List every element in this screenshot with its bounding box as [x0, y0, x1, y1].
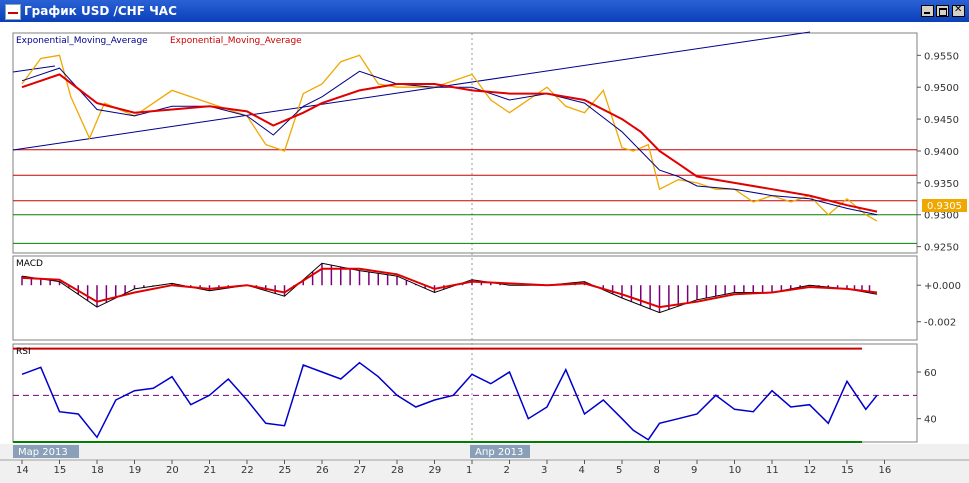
price-panel[interactable]	[12, 32, 918, 254]
x-tick-label: 14	[16, 465, 29, 476]
x-tick-label: 8	[654, 465, 660, 476]
x-tick-label: 20	[166, 465, 179, 476]
x-tick-label: 19	[129, 465, 142, 476]
minimize-button[interactable]	[921, 5, 934, 17]
x-tick-label: 9	[691, 465, 697, 476]
x-tick-label: 2	[504, 465, 510, 476]
x-tick-label: 10	[729, 465, 742, 476]
x-tick-label: 4	[579, 465, 585, 476]
y-tick-label: -0.002	[924, 318, 956, 329]
y-tick-label: 0.9550	[924, 51, 959, 62]
y-tick-label: 0.9300	[924, 211, 959, 222]
y-tick-label: 0.9350	[924, 179, 959, 190]
legend-ema-1: Exponential_Moving_Average	[16, 36, 148, 46]
chart-area[interactable]: 0.9550 0.9500 0.9450 0.9400 0.9350 0.9300 0.92…	[0, 22, 969, 483]
x-tick-label: 27	[354, 465, 367, 476]
y-axis-ticks: 0.9550 0.9500 0.9450 0.9400 0.9350 0.9300 0.92…	[917, 51, 961, 426]
macd-label: MACD	[16, 259, 43, 269]
y-tick-label: 0.9400	[924, 147, 959, 158]
maximize-button[interactable]	[936, 5, 949, 17]
x-tick-label: 11	[766, 465, 779, 476]
x-tick-label: 16	[879, 465, 892, 476]
window-titlebar: График USD /CHF ЧАС	[0, 0, 969, 22]
x-tick-label: 5	[616, 465, 622, 476]
x-tick-label: 29	[429, 465, 442, 476]
x-tick-label: 26	[316, 465, 329, 476]
y-tick-label: +0.000	[924, 281, 961, 292]
current-price-label: 0.9305	[927, 201, 962, 212]
x-tick-label: 1	[466, 465, 472, 476]
y-tick-label: 0.9450	[924, 115, 959, 126]
y-tick-label: 0.9250	[924, 243, 959, 254]
x-tick-label: 18	[91, 465, 104, 476]
y-tick-label: 0.9500	[924, 83, 959, 94]
x-tick-label: 15	[841, 465, 854, 476]
x-tick-label: 21	[204, 465, 217, 476]
x-tick-label: 3	[541, 465, 547, 476]
x-tick-label: 25	[279, 465, 292, 476]
rsi-panel[interactable]	[12, 343, 918, 443]
legend-ema-2: Exponential_Moving_Average	[170, 36, 302, 46]
close-button[interactable]	[952, 4, 965, 17]
y-tick-label: 60	[924, 368, 937, 379]
x-tick-label: 15	[54, 465, 67, 476]
x-tick-label: 22	[241, 465, 254, 476]
macd-panel[interactable]	[12, 255, 918, 341]
rsi-label: RSI	[16, 347, 31, 357]
y-tick-label: 40	[924, 415, 937, 426]
x-tick-label: 28	[391, 465, 404, 476]
window-title: График USD /CHF ЧАС	[24, 4, 177, 18]
x-tick-label: 12	[804, 465, 817, 476]
month-label-march: Мар 2013	[18, 447, 68, 458]
month-label-april: Апр 2013	[475, 447, 523, 458]
chart-app-icon	[5, 4, 21, 20]
